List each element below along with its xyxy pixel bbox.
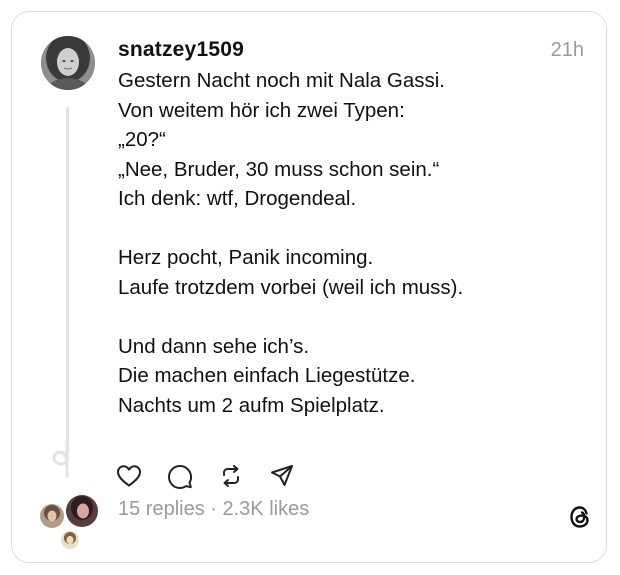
comment-icon xyxy=(168,465,193,489)
replier-avatar xyxy=(59,529,81,551)
post-line: „20?“ xyxy=(118,128,166,151)
post-line: Nachts um 2 aufm Spielplatz. xyxy=(118,393,385,417)
replier-avatars[interactable] xyxy=(38,493,100,551)
author-avatar[interactable] xyxy=(41,36,95,90)
post-line: Laufe trotzdem vorbei (weil ich muss). xyxy=(118,275,464,299)
post-line: Ich denk: wtf, Drogendeal. xyxy=(118,187,357,210)
threads-logo-icon[interactable] xyxy=(567,504,593,530)
repost-icon xyxy=(223,465,239,487)
post-body: Gestern Nacht noch mit Nala Gassi. Von w… xyxy=(118,66,578,420)
replier-avatar xyxy=(38,502,66,530)
repost-button[interactable] xyxy=(217,462,245,490)
post-line-blank xyxy=(118,302,578,332)
thread-line xyxy=(66,107,69,452)
author-username[interactable]: snatzey1509 xyxy=(118,38,244,62)
stats-separator: · xyxy=(204,498,223,520)
share-icon xyxy=(271,465,293,486)
post-line-blank xyxy=(118,214,578,244)
replies-count[interactable]: 15 replies xyxy=(118,498,205,520)
thread-curl xyxy=(52,442,69,478)
share-button[interactable] xyxy=(268,462,296,490)
post-line: Die machen einfach Liegestütze. xyxy=(118,364,416,387)
heart-icon xyxy=(117,465,141,487)
post-line: „Nee, Bruder, 30 muss schon sein.“ xyxy=(118,157,440,181)
likes-count[interactable]: 2.3K likes xyxy=(223,498,310,520)
like-button[interactable] xyxy=(115,462,143,490)
action-bar xyxy=(115,462,319,490)
post-line: Von weitem hör ich zwei Typen: xyxy=(118,98,405,122)
reply-button[interactable] xyxy=(166,462,194,490)
replier-avatar xyxy=(64,493,100,529)
post-timestamp[interactable]: 21h xyxy=(551,39,584,62)
post-line: Herz pocht, Panik incoming. xyxy=(118,246,374,269)
post-line: Gestern Nacht noch mit Nala Gassi. xyxy=(118,69,445,92)
post-line: Und dann sehe ich’s. xyxy=(118,334,310,358)
post-stats: 15 replies · 2.3K likes xyxy=(118,498,309,521)
